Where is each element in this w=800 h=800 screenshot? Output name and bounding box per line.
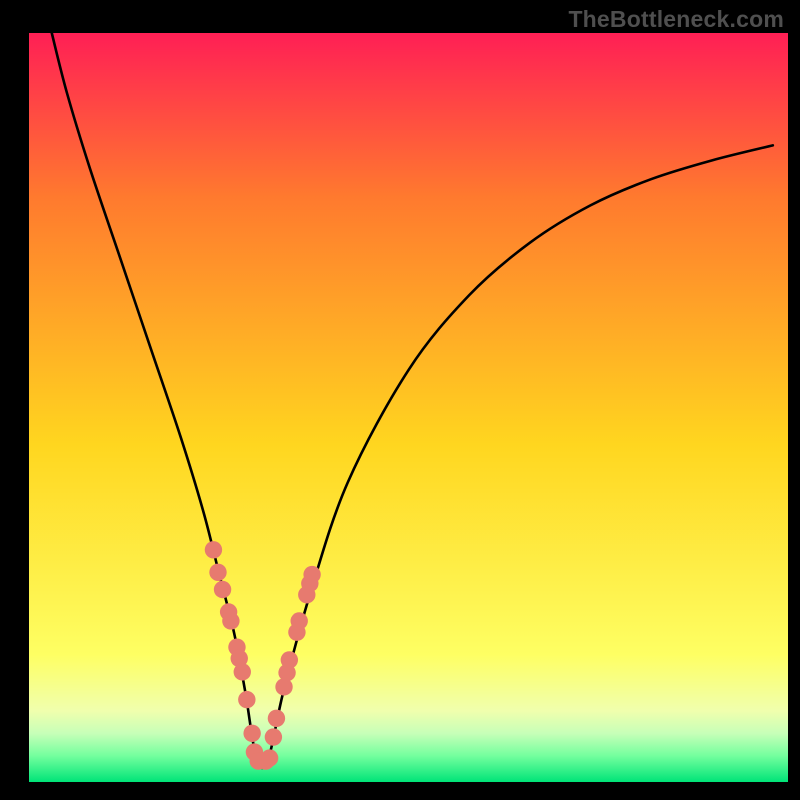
marker-dot [209,564,226,581]
marker-dot [281,651,298,668]
marker-dot [222,612,239,629]
marker-dot [214,581,231,598]
bottleneck-chart [0,0,800,800]
marker-dot [243,725,260,742]
marker-dot [291,612,308,629]
watermark-label: TheBottleneck.com [568,6,784,33]
marker-dot [265,728,282,745]
marker-dot [205,541,222,558]
marker-dot [303,566,320,583]
marker-dot [268,710,285,727]
plot-background [29,33,788,782]
marker-dot [238,691,255,708]
marker-dot [234,663,251,680]
chart-stage: TheBottleneck.com [0,0,800,800]
marker-dot [261,749,278,766]
